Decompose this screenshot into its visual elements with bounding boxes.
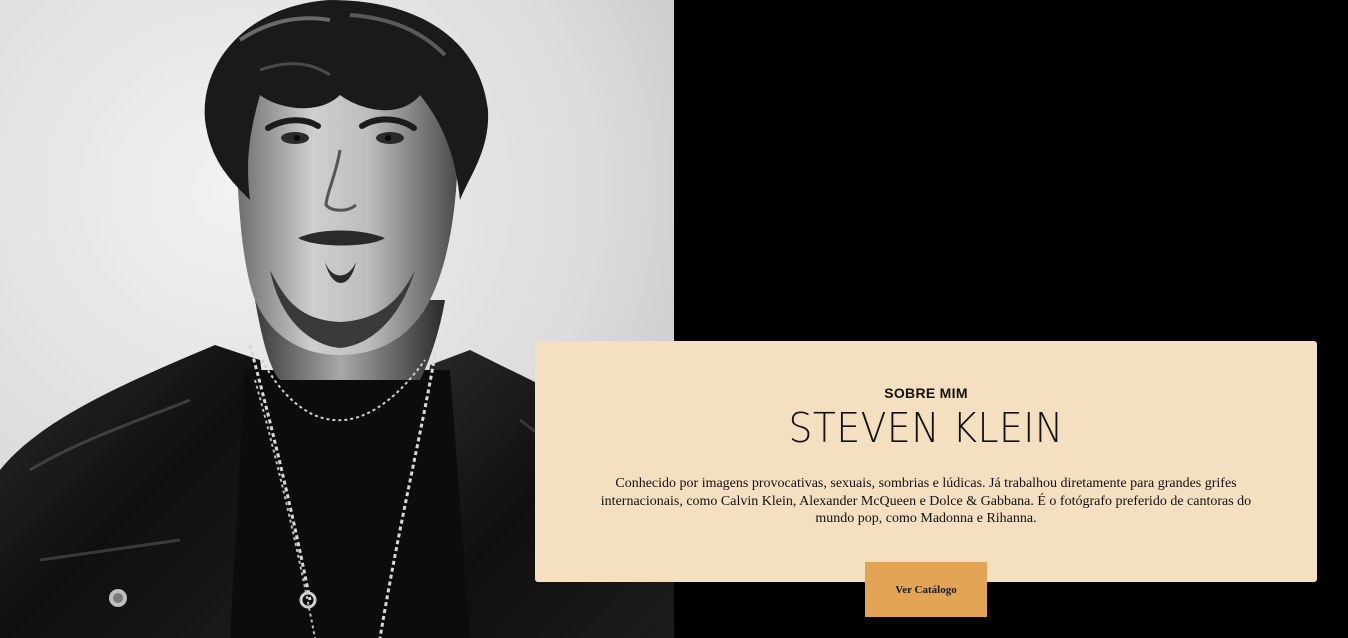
section-kicker: SOBRE MIM bbox=[884, 385, 968, 401]
artist-name-heading: STEVEN KLEIN bbox=[788, 404, 1064, 452]
about-card: SOBRE MIM STEVEN KLEIN Conhecido por ima… bbox=[535, 341, 1317, 582]
view-catalog-button[interactable]: Ver Catálogo bbox=[865, 562, 987, 617]
about-description: Conhecido por imagens provocativas, sexu… bbox=[600, 476, 1252, 526]
